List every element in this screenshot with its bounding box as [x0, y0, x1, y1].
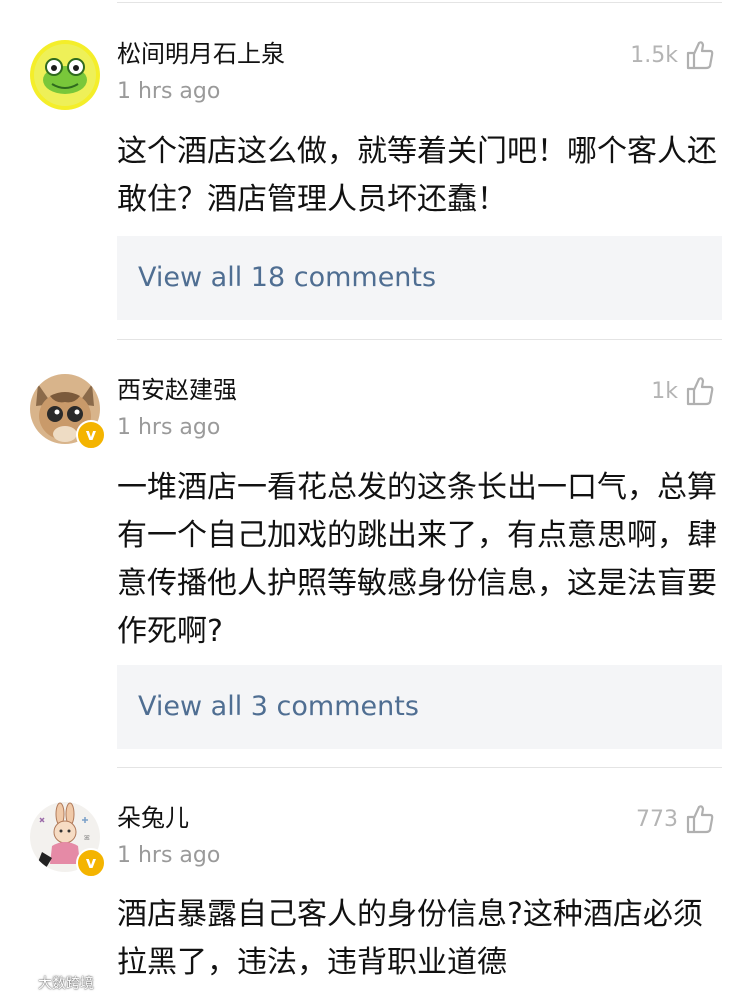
- username[interactable]: 西安赵建强: [117, 375, 237, 405]
- comment-text: 一堆酒店一看花总发的这条长出一口气，总算有一个自己加戏的跳出来了，有点意思啊，肆…: [117, 470, 717, 649]
- like-button[interactable]: 773: [636, 801, 714, 837]
- user-avatar[interactable]: [30, 40, 100, 110]
- timestamp: 1 hrs ago: [117, 79, 221, 104]
- view-replies-button[interactable]: View all 3 comments: [117, 665, 722, 749]
- timestamp: 1 hrs ago: [117, 415, 221, 440]
- user-avatar[interactable]: ꕤ v: [30, 802, 106, 878]
- verified-badge-icon: v: [76, 420, 106, 450]
- comment-text: 酒店暴露自己客人的身份信息?这种酒店必须拉黑了，违法，违背职业道德: [117, 897, 703, 980]
- like-button[interactable]: 1.5k: [630, 37, 714, 73]
- green-frog-avatar: [30, 40, 100, 110]
- like-count: 1k: [651, 378, 678, 404]
- username[interactable]: 松间明月石上泉: [117, 39, 285, 69]
- comment-divider: [117, 339, 722, 340]
- comment-text: 这个酒店这么做，就等着关门吧！哪个客人还敢住？酒店管理人员坏还蠢！: [117, 134, 717, 217]
- thumbs-up-icon: [686, 376, 714, 406]
- watermark: 大数跨境: [6, 973, 94, 993]
- thumbs-up-icon: [686, 40, 714, 70]
- view-replies-button[interactable]: View all 18 comments: [117, 236, 722, 320]
- like-count: 773: [636, 806, 678, 832]
- timestamp: 1 hrs ago: [117, 843, 221, 868]
- top-divider: [117, 2, 722, 3]
- watermark-logo-icon: [6, 973, 34, 993]
- thumbs-up-icon: [686, 804, 714, 834]
- view-replies-label: View all 18 comments: [138, 262, 437, 293]
- username[interactable]: 朵兔儿: [117, 803, 189, 833]
- verified-badge-icon: v: [76, 848, 106, 878]
- like-button[interactable]: 1k: [651, 373, 714, 409]
- comment-divider: [117, 767, 722, 768]
- like-count: 1.5k: [630, 42, 678, 68]
- view-replies-label: View all 3 comments: [138, 691, 419, 722]
- watermark-text: 大数跨境: [38, 976, 94, 992]
- user-avatar[interactable]: v: [30, 374, 106, 450]
- svg-text:ꕤ: ꕤ: [84, 834, 90, 842]
